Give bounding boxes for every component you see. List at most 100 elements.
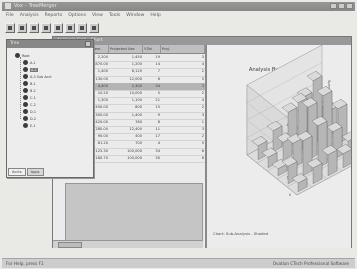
table-cell: 5	[201, 76, 204, 81]
tree-window: Tree Root A-1 A-2 A-3 Sub Acct B-1 B-2 C-1 C-2 D…	[6, 39, 94, 178]
tree-node[interactable]: A-2	[23, 66, 38, 73]
tree-node-label: B-2	[30, 88, 36, 93]
menu-window[interactable]: Window	[126, 12, 144, 20]
tree-node[interactable]: C-2	[23, 101, 36, 108]
close-button[interactable]	[346, 3, 353, 9]
node-icon	[23, 60, 28, 65]
table-cell: 2	[201, 69, 204, 74]
node-icon	[23, 74, 28, 79]
table-cell: 9	[157, 112, 160, 117]
minimize-button[interactable]	[330, 3, 337, 9]
node-icon	[23, 109, 28, 114]
save-button[interactable]	[29, 23, 39, 33]
menu-analysis[interactable]: Analysis	[20, 12, 39, 20]
node-icon	[23, 123, 28, 128]
chart-3d-bars: 403020100Spending	[246, 45, 351, 197]
new-button[interactable]	[5, 23, 15, 33]
table-cell: 11	[155, 127, 160, 131]
table-cell: 7	[157, 69, 160, 74]
node-icon	[23, 81, 28, 86]
table-cell: 100,000	[127, 148, 142, 153]
tree-node[interactable]: B-1	[23, 80, 36, 87]
table-cell: 15	[155, 105, 160, 110]
table-cell: 1,450	[131, 55, 142, 59]
tree-node-label: D-2	[30, 116, 36, 121]
print-icon	[44, 26, 48, 30]
document-title-bar: Analysis Grid – Chart	[53, 37, 351, 45]
table-cell: 2,300	[131, 83, 142, 88]
status-bar: For Help, press F1 Ovation CTech Profess…	[2, 258, 355, 268]
bar-front	[302, 135, 313, 177]
tree-node-label: E-1	[30, 123, 36, 128]
bar-front	[317, 120, 328, 169]
table-cell: 800	[135, 105, 142, 110]
menu-options[interactable]: Options	[68, 12, 86, 20]
tree-node[interactable]: C-1	[23, 94, 36, 101]
tree-close-button[interactable]	[85, 41, 91, 47]
tree-node[interactable]: E-1	[23, 122, 36, 129]
cut-button[interactable]	[53, 23, 63, 33]
table-cell: 21	[155, 98, 160, 103]
grid-header-cell[interactable]: Y-Tot	[143, 45, 161, 53]
tree-node[interactable]: Root	[15, 52, 30, 59]
new-icon	[8, 26, 12, 30]
cut-icon	[56, 26, 60, 30]
table-cell: 4	[157, 141, 160, 146]
grid-header-cell[interactable]: Proj.	[161, 45, 205, 53]
grid-header-cell[interactable]: Projected Use	[109, 45, 143, 53]
table-cell: 6	[157, 76, 160, 81]
table-cell: 100,000	[127, 155, 142, 160]
open-icon	[20, 26, 24, 30]
table-cell: 34	[155, 83, 160, 88]
copy-button[interactable]	[65, 23, 75, 33]
table-cell: 4	[201, 62, 204, 67]
menu-tools[interactable]: Tools	[109, 12, 120, 20]
table-cell: 17	[155, 134, 160, 139]
table-cell: 14	[155, 62, 160, 67]
table-cell: 34	[155, 148, 160, 153]
table-cell: 700	[135, 141, 142, 146]
table-cell: 3	[201, 55, 204, 59]
table-cell: 4	[201, 98, 204, 103]
paste-icon	[80, 26, 84, 30]
scroll-thumb[interactable]	[58, 242, 82, 248]
open-button[interactable]	[17, 23, 27, 33]
tree-connector-line	[20, 57, 21, 119]
table-cell: 2	[201, 105, 204, 110]
print-button[interactable]	[41, 23, 51, 33]
chart-button[interactable]	[89, 23, 99, 33]
table-cell: 6	[201, 155, 204, 160]
tree-node[interactable]: A-1	[23, 59, 36, 66]
table-cell: 3	[201, 83, 204, 88]
table-cell: 30	[155, 155, 160, 160]
toolbar	[2, 21, 355, 35]
node-icon	[23, 88, 28, 93]
table-cell: 400	[135, 134, 142, 139]
tree-title-bar: Tree	[7, 40, 93, 48]
node-icon	[15, 53, 20, 58]
tree-node[interactable]: A-3 Sub Acct	[23, 73, 52, 80]
z-tick-label: 0	[289, 193, 291, 197]
tree-node[interactable]: D-2	[23, 115, 36, 122]
menu-reports[interactable]: Reports	[45, 12, 63, 20]
chart-pane: Analysis By Application 403020100Spendin…	[207, 45, 351, 248]
tree-node-label: B-1	[30, 81, 36, 86]
tab-apps[interactable]: Apps	[26, 168, 44, 176]
node-icon	[23, 67, 28, 72]
table-cell: 1,200	[131, 62, 142, 67]
save-icon	[32, 26, 36, 30]
tree-node[interactable]: D-1	[23, 108, 36, 115]
menu-view[interactable]: View	[92, 12, 103, 20]
paste-button[interactable]	[77, 23, 87, 33]
horizontal-scrollbar[interactable]	[53, 240, 203, 248]
table-cell: 10,000	[129, 91, 142, 95]
tree-node[interactable]: B-2	[23, 87, 36, 94]
menu-help[interactable]: Help	[150, 12, 160, 20]
maximize-button[interactable]	[338, 3, 345, 9]
menu-file[interactable]: File	[6, 12, 14, 20]
table-cell: 1,400	[131, 112, 142, 117]
tab-accts[interactable]: Accts	[8, 168, 26, 176]
table-cell: 19	[155, 55, 160, 59]
node-icon	[23, 102, 28, 107]
table-cell: 1	[201, 119, 204, 124]
